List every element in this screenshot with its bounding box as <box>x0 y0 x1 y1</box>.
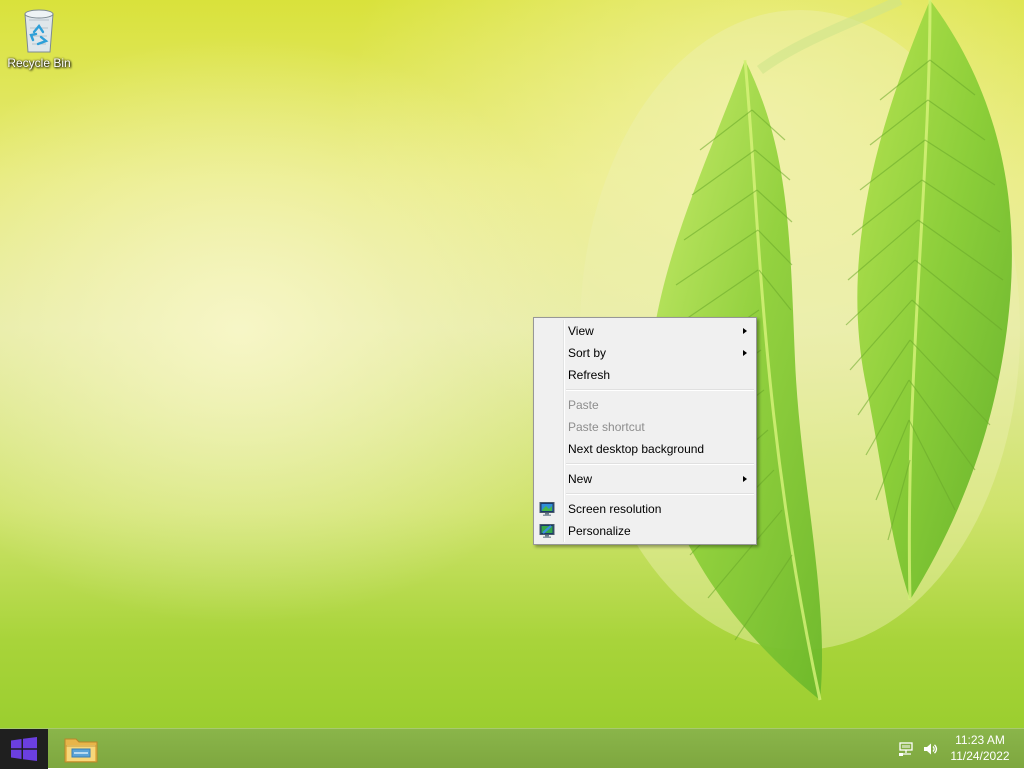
menu-item-label: View <box>568 324 594 338</box>
folder-icon <box>64 738 98 763</box>
submenu-arrow-icon <box>743 350 747 356</box>
menu-item-label: Paste shortcut <box>568 420 645 434</box>
personalize-icon <box>539 524 555 538</box>
clock-time: 11:23 AM <box>955 733 1005 747</box>
menu-item-label: Next desktop background <box>568 442 705 456</box>
menu-item-paste-shortcut: Paste shortcut <box>534 416 756 438</box>
menu-item-paste: Paste <box>534 394 756 416</box>
wallpaper-leaves <box>580 0 1020 701</box>
menu-item-label: Personalize <box>568 524 631 538</box>
monitor-icon <box>539 502 555 516</box>
menu-item-label: Screen resolution <box>568 502 662 516</box>
menu-item-screen-resolution[interactable]: Screen resolution <box>534 498 756 520</box>
desktop-icon-recycle-bin[interactable]: Recycle Bin <box>4 6 74 70</box>
menu-separator <box>566 493 754 495</box>
menu-item-label: Paste <box>568 398 599 412</box>
menu-separator <box>566 463 754 465</box>
taskbar: 11:23 AM 11/24/2022 <box>0 728 1024 769</box>
menu-item-refresh[interactable]: Refresh <box>534 364 756 386</box>
menu-item-label: New <box>568 472 593 486</box>
desktop-context-menu: View Sort by Refresh Paste Paste shortcu… <box>533 317 757 545</box>
menu-item-next-desktop-background[interactable]: Next desktop background <box>534 438 756 460</box>
desktop[interactable]: Recycle Bin View Sort by Refresh Paste P… <box>0 0 1024 728</box>
submenu-arrow-icon <box>743 328 747 334</box>
recycle-bin-icon <box>24 9 54 53</box>
menu-item-view[interactable]: View <box>534 320 756 342</box>
clock-date: 11/24/2022 <box>950 749 1010 763</box>
taskbar-file-explorer-button[interactable] <box>60 731 102 767</box>
menu-item-sort-by[interactable]: Sort by <box>534 342 756 364</box>
menu-item-label: Sort by <box>568 346 607 360</box>
windows-logo-icon <box>11 737 37 761</box>
submenu-arrow-icon <box>743 476 747 482</box>
taskbar-clock[interactable]: 11:23 AM 11/24/2022 <box>948 732 1012 764</box>
menu-separator <box>566 389 754 391</box>
menu-item-label: Refresh <box>568 368 611 382</box>
start-button[interactable] <box>0 729 48 769</box>
desktop-icon-label: Recycle Bin <box>7 56 71 70</box>
menu-item-personalize[interactable]: Personalize <box>534 520 756 542</box>
network-icon[interactable] <box>898 741 914 757</box>
menu-item-new[interactable]: New <box>534 468 756 490</box>
speaker-icon[interactable] <box>922 741 938 757</box>
